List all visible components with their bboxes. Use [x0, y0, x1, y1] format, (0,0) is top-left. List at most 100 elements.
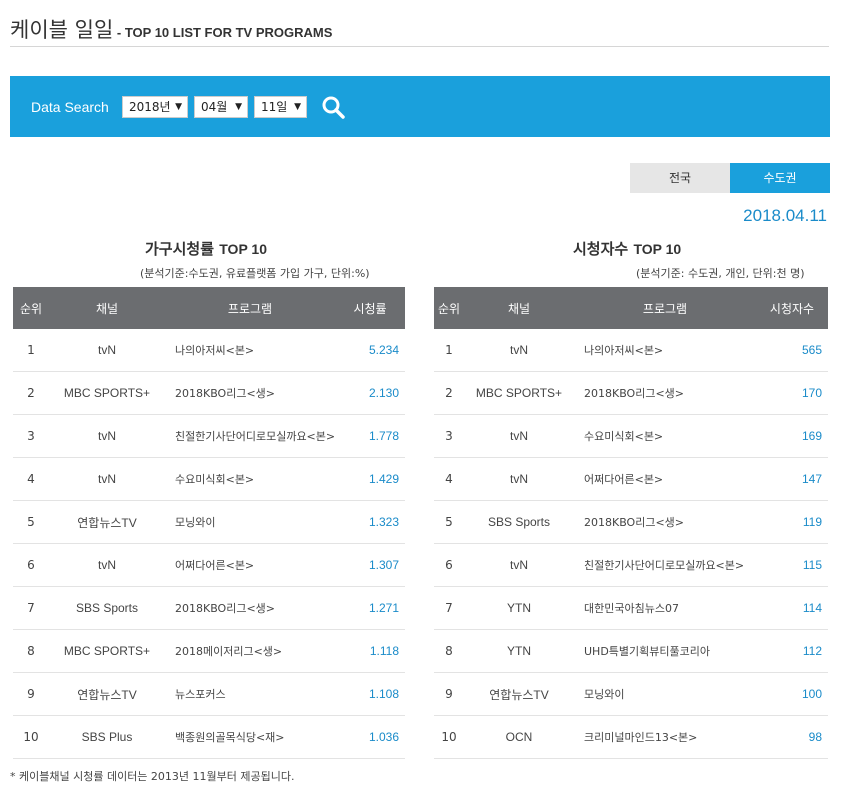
table-row: 10 SBS Plus 백종원의골목식당<재> 1.036 — [13, 715, 405, 759]
program-cell: 어쩌다어른<본> — [574, 457, 756, 501]
table-row: 6 tvN 어쩌다어른<본> 1.307 — [13, 543, 405, 587]
rank-cell: 9 — [13, 672, 49, 716]
header-rank: 순위 — [434, 287, 464, 329]
year-select-value: 2018년 — [129, 100, 171, 114]
value-cell: 1.429 — [335, 457, 405, 501]
channel-cell: SBS Sports — [49, 586, 165, 630]
chevron-down-icon: ▼ — [235, 102, 242, 112]
rank-cell: 5 — [13, 500, 49, 544]
table-row: 5 SBS Sports 2018KBO리그<생> 119 — [434, 500, 828, 544]
viewers-title-en: TOP 10 — [633, 241, 682, 257]
program-cell: 뉴스포커스 — [165, 672, 335, 716]
channel-cell: OCN — [464, 715, 574, 759]
month-select-value: 04월 — [201, 100, 228, 114]
header-program: 프로그램 — [574, 287, 756, 329]
data-search-label: Data Search — [31, 99, 109, 115]
value-cell: 170 — [756, 371, 828, 415]
chevron-down-icon: ▼ — [294, 102, 301, 112]
search-icon[interactable] — [321, 95, 345, 119]
program-cell: 모닝와이 — [165, 500, 335, 544]
value-cell: 1.108 — [335, 672, 405, 716]
header-rank: 순위 — [13, 287, 49, 329]
value-cell: 100 — [756, 672, 828, 716]
table-row: 5 연합뉴스TV 모닝와이 1.323 — [13, 500, 405, 544]
channel-cell: tvN — [49, 457, 165, 501]
program-cell: 친절한기사단어디로모실까요<본> — [574, 543, 756, 587]
program-cell: 어쩌다어른<본> — [165, 543, 335, 587]
household-rating-table: 순위 채널 프로그램 시청률 1 tvN 나의아저씨<본> 5.234 2 MBC SPO… — [13, 287, 405, 759]
program-cell: 2018KBO리그<생> — [574, 500, 756, 544]
value-cell: 1.271 — [335, 586, 405, 630]
program-cell: UHD특별기획뷰티풀코리아 — [574, 629, 756, 673]
program-cell: 2018KBO리그<생> — [165, 371, 335, 415]
header-viewers: 시청자수 — [756, 287, 828, 329]
table-row: 9 연합뉴스TV 모닝와이 100 — [434, 672, 828, 716]
program-cell: 수요미식회<본> — [574, 414, 756, 458]
value-cell: 565 — [756, 329, 828, 372]
value-cell: 98 — [756, 715, 828, 759]
table-row: 3 tvN 친절한기사단어디로모실까요<본> 1.778 — [13, 414, 405, 458]
day-select[interactable]: 11일 ▼ — [254, 96, 307, 118]
channel-cell: 연합뉴스TV — [49, 500, 165, 544]
table-row: 2 MBC SPORTS+ 2018KBO리그<생> 170 — [434, 371, 828, 415]
program-cell: 2018KBO리그<생> — [165, 586, 335, 630]
value-cell: 114 — [756, 586, 828, 630]
program-cell: 나의아저씨<본> — [165, 329, 335, 372]
footnote: * 케이블채널 시청률 데이터는 2013년 11월부터 제공됩니다. — [10, 770, 295, 783]
rank-cell: 4 — [13, 457, 49, 501]
channel-cell: MBC SPORTS+ — [464, 371, 574, 415]
value-cell: 115 — [756, 543, 828, 587]
channel-cell: tvN — [49, 543, 165, 587]
table-row: 7 SBS Sports 2018KBO리그<생> 1.271 — [13, 586, 405, 630]
rank-cell: 1 — [434, 329, 464, 372]
value-cell: 5.234 — [335, 329, 405, 372]
value-cell: 147 — [756, 457, 828, 501]
program-cell: 크리미널마인드13<본> — [574, 715, 756, 759]
page-subtitle: - TOP 10 LIST FOR TV PROGRAMS — [113, 25, 333, 40]
chevron-down-icon: ▼ — [175, 102, 182, 112]
program-cell: 수요미식회<본> — [165, 457, 335, 501]
value-cell: 1.778 — [335, 414, 405, 458]
rank-cell: 2 — [434, 371, 464, 415]
channel-cell: tvN — [464, 329, 574, 372]
program-cell: 2018KBO리그<생> — [574, 371, 756, 415]
value-cell: 1.307 — [335, 543, 405, 587]
viewers-table: 순위 채널 프로그램 시청자수 1 tvN 나의아저씨<본> 565 2 MBC SPOR… — [434, 287, 828, 759]
year-select[interactable]: 2018년 ▼ — [122, 96, 188, 118]
tab-nationwide[interactable]: 전국 — [630, 163, 730, 193]
rank-cell: 1 — [13, 329, 49, 372]
table-row: 4 tvN 어쩌다어른<본> 147 — [434, 457, 828, 501]
channel-cell: tvN — [464, 414, 574, 458]
table-row: 6 tvN 친절한기사단어디로모실까요<본> 115 — [434, 543, 828, 587]
rank-cell: 8 — [434, 629, 464, 673]
household-rating-title: 가구시청률 TOP 10 — [145, 238, 267, 259]
household-title-ko: 가구시청률 — [145, 240, 215, 258]
channel-cell: SBS Sports — [464, 500, 574, 544]
program-cell: 백종원의골목식당<재> — [165, 715, 335, 759]
rank-cell: 5 — [434, 500, 464, 544]
table-header-row: 순위 채널 프로그램 시청자수 — [434, 287, 828, 329]
table-row: 2 MBC SPORTS+ 2018KBO리그<생> 2.130 — [13, 371, 405, 415]
program-cell: 나의아저씨<본> — [574, 329, 756, 372]
program-cell: 모닝와이 — [574, 672, 756, 716]
channel-cell: tvN — [49, 414, 165, 458]
table-row: 4 tvN 수요미식회<본> 1.429 — [13, 457, 405, 501]
value-cell: 1.036 — [335, 715, 405, 759]
tab-capital-area[interactable]: 수도권 — [730, 163, 830, 193]
page-title-main: 케이블 일일 — [10, 18, 114, 42]
month-select[interactable]: 04월 ▼ — [194, 96, 248, 118]
viewers-note: (분석기준: 수도권, 개인, 단위:천 명) — [636, 267, 805, 280]
channel-cell: tvN — [49, 329, 165, 372]
table-row: 7 YTN 대한민국아침뉴스07 114 — [434, 586, 828, 630]
channel-cell: MBC SPORTS+ — [49, 371, 165, 415]
value-cell: 1.118 — [335, 629, 405, 673]
rank-cell: 8 — [13, 629, 49, 673]
channel-cell: MBC SPORTS+ — [49, 629, 165, 673]
rank-cell: 4 — [434, 457, 464, 501]
day-select-value: 11일 — [261, 100, 288, 114]
table-row: 8 MBC SPORTS+ 2018메이저리그<생> 1.118 — [13, 629, 405, 673]
table-row: 3 tvN 수요미식회<본> 169 — [434, 414, 828, 458]
rank-cell: 7 — [434, 586, 464, 630]
rank-cell: 7 — [13, 586, 49, 630]
rank-cell: 10 — [434, 715, 464, 759]
